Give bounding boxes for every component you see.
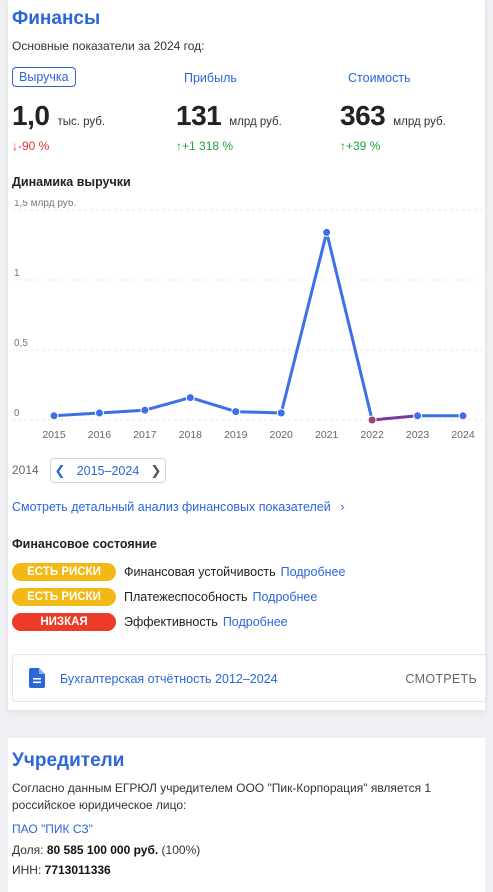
state-label: Эффективность <box>124 615 218 629</box>
document-icon <box>29 668 45 688</box>
report-card[interactable]: Бухгалтерская отчётность 2012–2024 СМОТР… <box>12 654 488 702</box>
founders-card: Учредители Согласно данным ЕГРЮЛ учредит… <box>8 738 485 892</box>
state-label: Платежеспособность <box>124 590 248 604</box>
y-tick-label: 0,5 <box>14 338 28 349</box>
founders-description: Согласно данным ЕГРЮЛ учредителем ООО "П… <box>12 781 432 812</box>
series-line-segment <box>279 230 329 415</box>
x-tick-label: 2017 <box>133 429 157 441</box>
share-label: Доля: <box>12 843 44 857</box>
data-point <box>458 411 468 421</box>
founder-company-link[interactable]: ПАО "ПИК СЗ" <box>12 821 482 838</box>
state-label: Финансовая устойчивость <box>124 565 276 579</box>
share-value: 80 585 100 000 руб. <box>46 843 159 857</box>
share-percent: (100%) <box>161 843 201 857</box>
x-tick-label: 2019 <box>224 429 248 441</box>
state-more-link[interactable]: Подробнее <box>281 565 346 579</box>
analysis-link[interactable]: Смотреть детальный анализ финансовых пок… <box>12 500 344 514</box>
profit-delta: ↑+1 318 % <box>176 139 234 153</box>
range-selector: ❮ 2015–2024 ❯ <box>50 458 166 483</box>
x-tick-label: 2024 <box>451 429 475 441</box>
series-line-segment <box>143 396 192 412</box>
range-label[interactable]: 2015–2024 <box>69 464 147 478</box>
value-number: 363 <box>340 100 386 131</box>
revenue-chart: 0 0,5 1 1,5 млрд руб. 2015 2016 2017 2018 2019 20… <box>12 200 486 441</box>
chevron-left-icon[interactable]: ❮ <box>51 463 69 479</box>
state-row-solvency: ЕСТЬ РИСКИ Платежеспособность Подробнее <box>12 588 317 606</box>
finances-card: Финансы Основные показатели за 2024 год:… <box>8 0 488 710</box>
x-tick-label: 2021 <box>315 429 339 441</box>
data-point <box>367 415 377 425</box>
data-point <box>231 407 241 417</box>
report-title[interactable]: Бухгалтерская отчётность 2012–2024 <box>60 672 278 686</box>
range-prev-year[interactable]: 2014 <box>12 463 39 477</box>
analysis-link-label[interactable]: Смотреть детальный анализ финансовых пок… <box>12 500 331 514</box>
data-point <box>276 408 286 418</box>
x-tick-label: 2015 <box>42 429 66 441</box>
series-line-segment <box>370 414 420 422</box>
x-tick-label: 2018 <box>179 429 203 441</box>
state-row-stability: ЕСТЬ РИСКИ Финансовая устойчивость Подро… <box>12 563 345 581</box>
founder-share: Доля: 80 585 100 000 руб. (100%) <box>12 842 482 859</box>
chevron-right-icon: › <box>340 500 345 514</box>
state-more-link[interactable]: Подробнее <box>252 590 317 604</box>
chart-title: Динамика выручки <box>12 175 131 189</box>
profit-number: 131 <box>176 100 222 131</box>
data-point <box>49 411 59 421</box>
y-tick-label: 0 <box>14 408 20 419</box>
inn-label: ИНН: <box>12 863 42 877</box>
data-point <box>322 227 332 237</box>
y-tick-label: 1 <box>14 268 20 279</box>
x-tick-label: 2022 <box>360 429 384 441</box>
revenue-delta: ↓-90 % <box>12 139 50 153</box>
revenue-unit: тыс. руб. <box>57 116 106 128</box>
view-report-button[interactable]: СМОТРЕТЬ <box>405 672 477 686</box>
finances-title: Финансы <box>12 8 101 29</box>
y-tick-label: 1,5 млрд руб. <box>14 200 76 209</box>
data-point <box>185 393 195 403</box>
series-line-segment <box>234 410 283 415</box>
value-delta: ↑+39 % <box>340 139 381 153</box>
revenue-value: 1,0 тыс. руб. <box>12 100 105 132</box>
tab-revenue[interactable]: Выручка <box>12 67 76 87</box>
status-badge: НИЗКАЯ <box>12 613 116 631</box>
data-point <box>94 408 104 418</box>
status-badge: ЕСТЬ РИСКИ <box>12 588 116 606</box>
tab-profit[interactable]: Прибыль <box>184 71 237 85</box>
state-title: Финансовое состояние <box>12 537 157 551</box>
state-more-link[interactable]: Подробнее <box>223 615 288 629</box>
x-tick-label: 2016 <box>88 429 112 441</box>
state-row-efficiency: НИЗКАЯ Эффективность Подробнее <box>12 613 288 631</box>
series-line-segment <box>52 411 101 418</box>
status-badge: ЕСТЬ РИСКИ <box>12 563 116 581</box>
profit-value: 131 млрд руб. <box>176 100 282 132</box>
inn-value: 7713011336 <box>44 863 111 877</box>
x-tick-label: 2020 <box>270 429 294 441</box>
founders-title: Учредители <box>12 750 125 771</box>
revenue-number: 1,0 <box>12 100 50 131</box>
profit-unit: млрд руб. <box>229 116 282 128</box>
series-line-segment <box>97 408 147 415</box>
x-tick-label: 2023 <box>406 429 430 441</box>
data-point <box>413 411 423 421</box>
data-point <box>140 405 150 415</box>
founder-inn: ИНН: 7713011336 <box>12 862 482 879</box>
series-line-segment <box>188 396 238 414</box>
tab-value[interactable]: Стоимость <box>348 71 411 85</box>
value-value: 363 млрд руб. <box>340 100 446 132</box>
chevron-right-icon[interactable]: ❯ <box>147 463 165 479</box>
finances-subtitle: Основные показатели за 2024 год: <box>12 39 205 53</box>
value-unit: млрд руб. <box>393 116 446 128</box>
series-line-segment <box>325 230 374 422</box>
